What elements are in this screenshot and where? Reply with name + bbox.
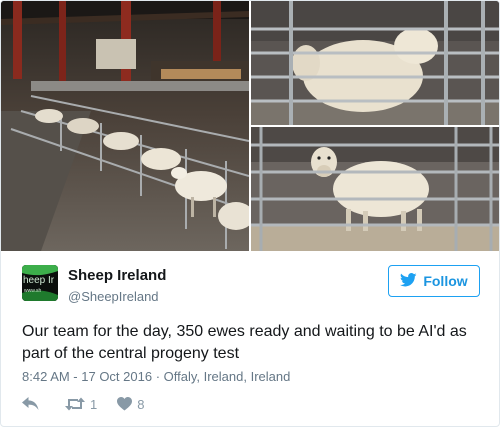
heart-icon bbox=[117, 397, 133, 411]
tweet-photo-sheep-pen[interactable] bbox=[251, 127, 499, 251]
tweet-card: heep Ir www.sh Sheep Ireland @SheepIrela… bbox=[0, 0, 500, 427]
tweet-location[interactable]: Offaly, Ireland, Ireland bbox=[164, 369, 291, 384]
retweet-icon bbox=[65, 397, 85, 411]
media-grid bbox=[1, 1, 499, 251]
retweet-count: 1 bbox=[90, 396, 98, 412]
follow-button-label: Follow bbox=[423, 273, 468, 289]
avatar-logo-text: heep Ir bbox=[23, 275, 55, 286]
avatar-logo-url: www.sh bbox=[24, 288, 42, 294]
meta-separator: · bbox=[152, 369, 164, 384]
follow-button[interactable]: Follow bbox=[388, 265, 480, 297]
twitter-bird-icon bbox=[400, 272, 417, 290]
like-button[interactable]: 8 bbox=[117, 397, 144, 412]
author-screen-name[interactable]: @SheepIreland bbox=[68, 289, 159, 304]
avatar[interactable]: heep Ir www.sh bbox=[22, 265, 58, 301]
reply-button[interactable] bbox=[22, 397, 39, 411]
tweet-timestamp[interactable]: 8:42 AM - 17 Oct 2016 bbox=[22, 369, 152, 384]
tweet-meta: 8:42 AM - 17 Oct 2016 · Offaly, Ireland,… bbox=[22, 369, 290, 384]
reply-icon bbox=[22, 397, 39, 411]
retweet-button[interactable]: 1 bbox=[65, 397, 97, 412]
tweet-actions: 1 8 bbox=[22, 395, 144, 413]
tweet-photo-barn[interactable] bbox=[1, 1, 249, 251]
like-count: 8 bbox=[137, 396, 145, 412]
tweet-photo-sheep-gate[interactable] bbox=[251, 1, 499, 125]
author-display-name[interactable]: Sheep Ireland bbox=[68, 267, 166, 284]
tweet-text: Our team for the day, 350 ewes ready and… bbox=[22, 323, 467, 362]
